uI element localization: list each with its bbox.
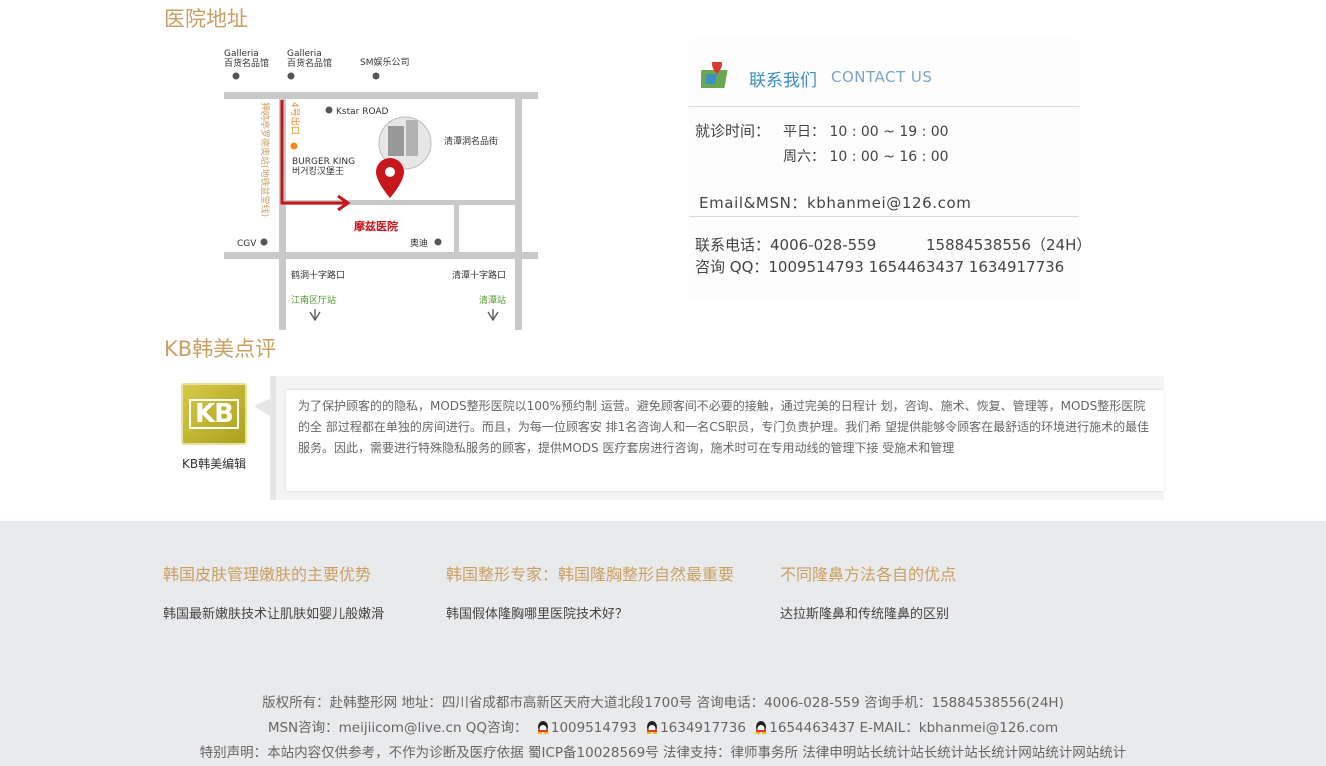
- map-label-burger: BURGER KING: [292, 157, 355, 167]
- footer: 韩国皮肤管理嫩肤的主要优势 韩国最新嫩肤技术让肌肤如婴儿般嫩滑 韩国整形专家：韩…: [0, 521, 1326, 766]
- map-label-kstar: Kstar ROAD: [336, 107, 389, 117]
- hours-saturday: 周六： 10 : 00 ~ 16 : 00: [783, 149, 949, 165]
- contact-line: MSN咨询：meijiicom@live.cn QQ咨询： 1009514793…: [0, 716, 1326, 736]
- map-label-sm: SM娱乐公司: [360, 56, 409, 68]
- kb-logo-text: KB: [189, 399, 239, 429]
- footer-article-link[interactable]: 达拉斯隆鼻和传统隆鼻的区别: [780, 603, 956, 622]
- qq-number[interactable]: 1654463437: [769, 720, 855, 736]
- kb-logo: KB: [181, 383, 247, 445]
- qq-number[interactable]: 1634917736: [660, 720, 746, 736]
- footer-email: E-MAIL：kbhanmei@126.com: [859, 720, 1059, 736]
- map-label-station: 狎鸥亭罗德奥站(地铁盆堂线): [259, 102, 271, 217]
- map-label-galleria1b: 百货名品馆: [224, 57, 269, 69]
- map-label-galleria2: Galleria: [287, 49, 322, 59]
- contact-email[interactable]: Email&MSN：kbhanmei@126.com: [699, 192, 971, 213]
- map-pin-icon: [701, 62, 728, 88]
- map-dot: [287, 72, 295, 80]
- qq-penguin-icon[interactable]: [645, 719, 659, 734]
- section-title-review: KB韩美点评: [164, 337, 277, 361]
- disclaimer-line: 特别声明：本站内容仅供参考，不作为诊断及医疗依据 蜀ICP备10028569号 …: [199, 745, 1127, 761]
- review-bubble: 为了保护顾客的的隐私，MODS整形医院以100%预约制 运营。避免顾客间不必要的…: [254, 376, 1164, 500]
- qq-penguin-icon[interactable]: [754, 719, 768, 734]
- contact-phone: 联系电话：4006-028-559: [695, 236, 877, 254]
- map-label-cheongdam: 清潭站: [479, 294, 506, 306]
- contact-header: 联系我们 CONTACT US: [695, 58, 1079, 98]
- map-label-street: 清潭洞名品街: [444, 135, 498, 147]
- footer-article-link[interactable]: 韩国最新嫩肤技术让肌肤如婴儿般嫩滑: [163, 603, 384, 622]
- footer-column: 韩国整形专家：韩国隆胸整形自然最重要 韩国假体隆胸哪里医院技术好？: [446, 561, 734, 622]
- map-dot: [325, 106, 333, 114]
- contact-title-zh: 联系我们: [749, 71, 817, 91]
- map-dot: [434, 238, 442, 246]
- hours-label: 就诊时间：: [695, 122, 771, 140]
- contact-mobile: 15884538556（24H）: [926, 236, 1092, 254]
- map-dot: [232, 72, 240, 80]
- review-content: 为了保护顾客的的隐私，MODS整形医院以100%预约制 运营。避免顾客间不必要的…: [286, 390, 1164, 491]
- map-dot: [290, 142, 298, 150]
- map-label-hospital: 摩兹医院: [354, 219, 398, 233]
- copyright-line: 版权所有：赴韩整形网 地址：四川省成都市高新区天府大道北段1700号 咨询电话：…: [262, 695, 1064, 711]
- map-label-exit4: 4号出口: [289, 102, 301, 135]
- review-text: 为了保护顾客的的隐私，MODS整形医院以100%预约制 运营。避免顾客间不必要的…: [298, 399, 1150, 455]
- footer-column: 不同隆鼻方法各自的优点 达拉斯隆鼻和传统隆鼻的区别: [780, 561, 956, 622]
- map-label-cgv: CGV: [237, 239, 257, 249]
- map-label-galleria2b: 百货名品馆: [287, 57, 332, 69]
- hours-weekday: 平日： 10 : 00 ~ 19 : 00: [783, 124, 949, 140]
- map-label-galleria1: Galleria: [224, 49, 259, 59]
- map-label-cross1: 鹤洞十字路口: [291, 269, 345, 281]
- map-dot: [260, 238, 268, 246]
- footer-article-title[interactable]: 韩国整形专家：韩国隆胸整形自然最重要: [446, 561, 734, 585]
- page: 医院地址 Galleria 百货名品馆 Galleria 百货名品馆 SM娱乐公…: [0, 0, 1326, 766]
- footer-article-link[interactable]: 韩国假体隆胸哪里医院技术好？: [446, 603, 734, 622]
- contact-qq: 咨询 QQ：1009514793 1654463437 1634917736: [695, 258, 1065, 276]
- review-author: KB韩美编辑: [182, 457, 247, 471]
- review-block: KB KB韩美编辑 为了保护顾客的的隐私，MODS整形医院以100%预约制 运营…: [164, 376, 1164, 500]
- qq-penguin-icon[interactable]: [536, 719, 550, 734]
- msn-text: MSN咨询：meijiicom@live.cn QQ咨询：: [267, 720, 528, 736]
- map-label-cross2: 清潭十字路口: [452, 269, 506, 281]
- divider: [689, 106, 1079, 107]
- footer-article-title[interactable]: 不同隆鼻方法各自的优点: [780, 561, 956, 585]
- footer-column: 韩国皮肤管理嫩肤的主要优势 韩国最新嫩肤技术让肌肤如婴儿般嫩滑: [163, 561, 384, 622]
- map-dot: [372, 72, 380, 80]
- divider: [689, 216, 1079, 217]
- hospital-map: Galleria 百货名品馆 Galleria 百货名品馆 SM娱乐公司 Kst…: [224, 40, 544, 330]
- contact-title-en: CONTACT US: [831, 68, 933, 86]
- qq-number[interactable]: 1009514793: [551, 720, 637, 736]
- contact-card: 联系我们 CONTACT US 就诊时间： 平日： 10 : 00 ~ 19 :…: [689, 38, 1091, 300]
- bubble-tail: [254, 396, 276, 420]
- map-label-gangnam: 江南区厅站: [291, 294, 336, 306]
- map-label-audi: 奥迪: [410, 237, 428, 249]
- footer-article-title[interactable]: 韩国皮肤管理嫩肤的主要优势: [163, 561, 384, 585]
- map-label-burger-b: 버거킹汉堡王: [292, 165, 344, 177]
- section-title-address: 医院地址: [164, 7, 248, 31]
